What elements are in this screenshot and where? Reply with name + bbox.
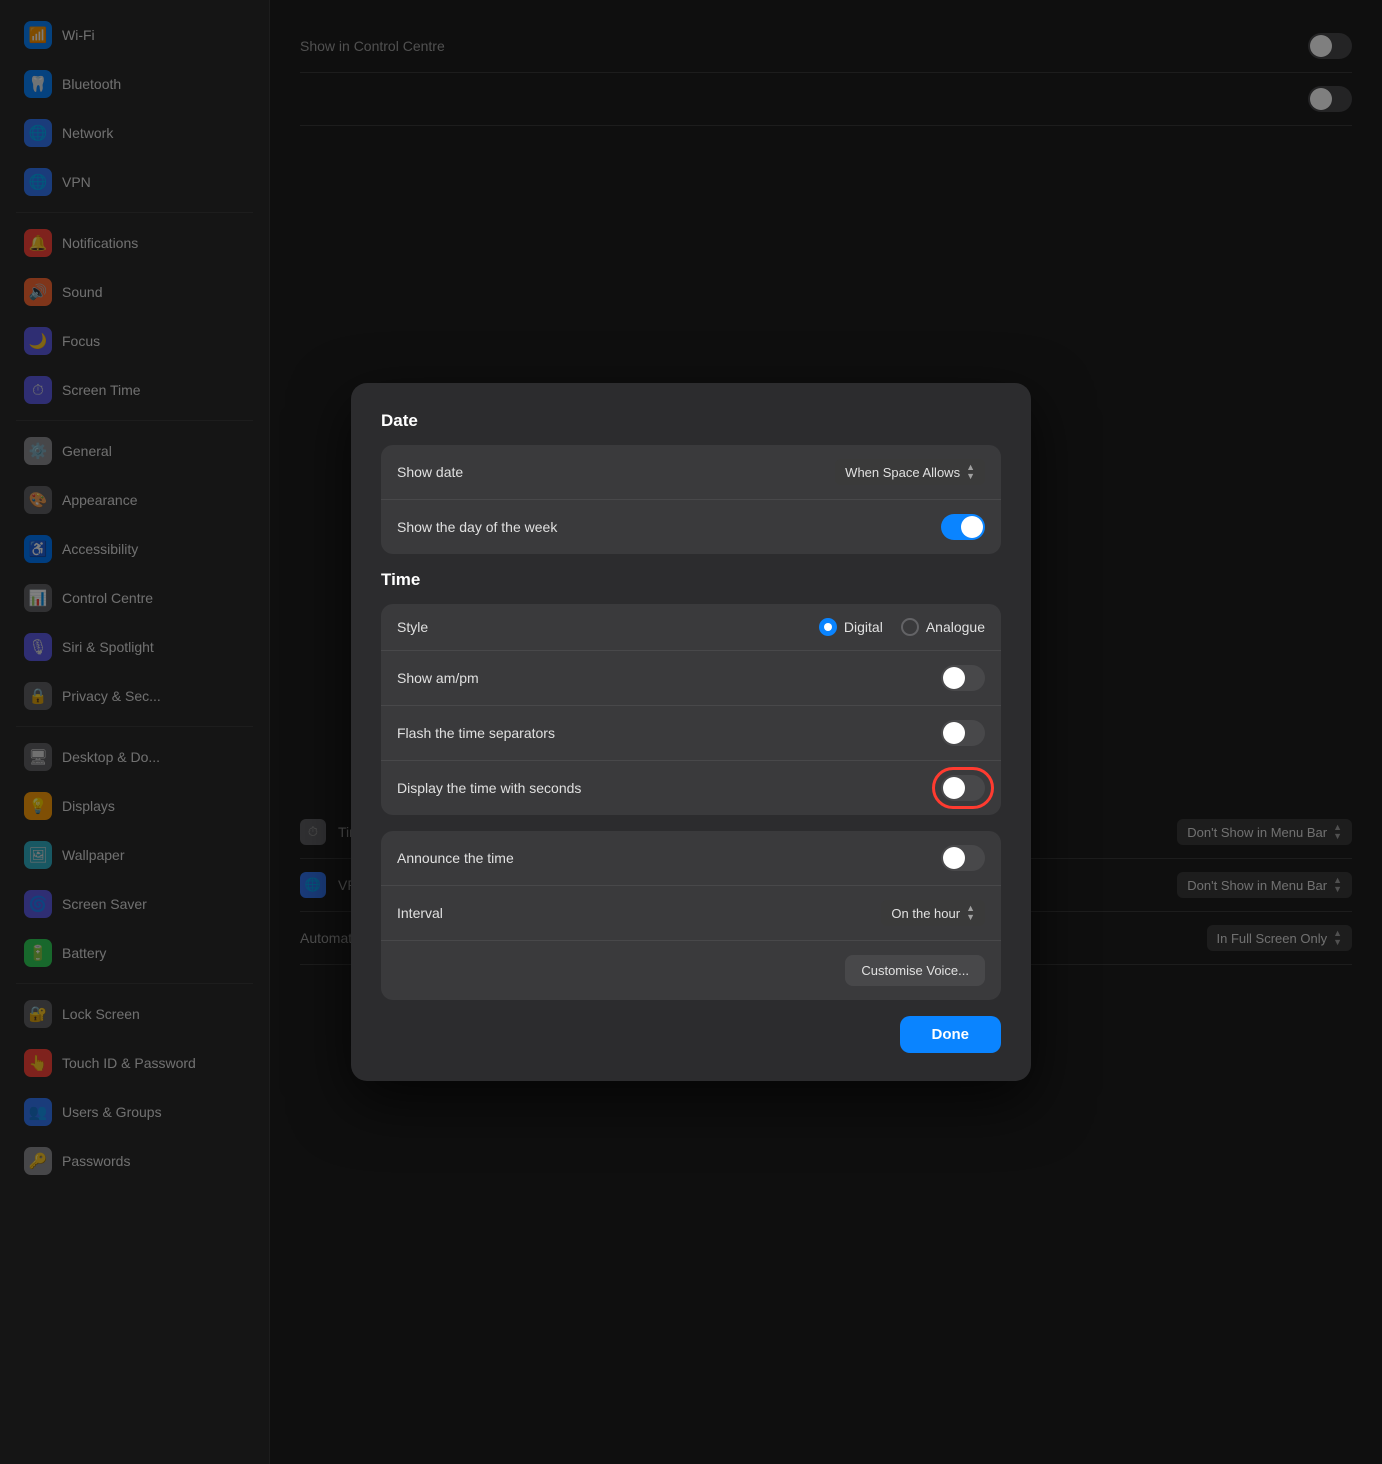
announce-card: Announce the time Interval On the hour ▲… <box>381 831 1001 1000</box>
clock-settings-modal: Date Show date When Space Allows ▲▼ Show… <box>351 383 1031 1081</box>
customise-voice-label: Customise Voice... <box>861 963 969 978</box>
done-label: Done <box>932 1026 970 1043</box>
radio-analogue-label: Analogue <box>926 619 985 635</box>
show-ampm-toggle[interactable] <box>941 665 985 691</box>
style-label: Style <box>397 619 428 635</box>
show-date-arrows: ▲▼ <box>966 463 975 481</box>
interval-dropdown[interactable]: On the hour ▲▼ <box>881 900 985 926</box>
radio-analogue-circle <box>901 618 919 636</box>
date-section-title: Date <box>381 411 1001 431</box>
radio-digital-circle <box>819 618 837 636</box>
customise-voice-button[interactable]: Customise Voice... <box>845 955 985 986</box>
style-row: Style Digital Analogue <box>381 604 1001 651</box>
modal-overlay: Date Show date When Space Allows ▲▼ Show… <box>0 0 1382 1464</box>
time-section-title: Time <box>381 570 1001 590</box>
radio-analogue[interactable]: Analogue <box>901 618 985 636</box>
radio-digital[interactable]: Digital <box>819 618 883 636</box>
interval-value: On the hour <box>891 906 960 921</box>
show-day-toggle[interactable] <box>941 514 985 540</box>
announce-toggle[interactable] <box>941 845 985 871</box>
interval-label: Interval <box>397 905 443 921</box>
interval-row: Interval On the hour ▲▼ <box>381 886 1001 941</box>
show-date-row: Show date When Space Allows ▲▼ <box>381 445 1001 500</box>
show-ampm-row: Show am/pm <box>381 651 1001 706</box>
flash-separators-label: Flash the time separators <box>397 725 555 741</box>
style-radio-group: Digital Analogue <box>819 618 985 636</box>
voice-row: Customise Voice... <box>381 941 1001 1000</box>
show-day-row: Show the day of the week <box>381 500 1001 554</box>
modal-footer: Done <box>381 1016 1001 1053</box>
display-seconds-row: Display the time with seconds <box>381 761 1001 815</box>
announce-row: Announce the time <box>381 831 1001 886</box>
flash-separators-row: Flash the time separators <box>381 706 1001 761</box>
display-seconds-toggle-wrapper <box>941 775 985 801</box>
show-date-dropdown[interactable]: When Space Allows ▲▼ <box>835 459 985 485</box>
show-date-value: When Space Allows <box>845 465 960 480</box>
time-card: Style Digital Analogue Show am/pm <box>381 604 1001 815</box>
display-seconds-label: Display the time with seconds <box>397 780 581 796</box>
done-button[interactable]: Done <box>900 1016 1002 1053</box>
display-seconds-toggle[interactable] <box>941 775 985 801</box>
interval-arrows: ▲▼ <box>966 904 975 922</box>
date-card: Show date When Space Allows ▲▼ Show the … <box>381 445 1001 554</box>
announce-label: Announce the time <box>397 850 514 866</box>
show-day-label: Show the day of the week <box>397 519 557 535</box>
flash-separators-toggle[interactable] <box>941 720 985 746</box>
show-ampm-label: Show am/pm <box>397 670 479 686</box>
radio-digital-label: Digital <box>844 619 883 635</box>
show-date-label: Show date <box>397 464 463 480</box>
